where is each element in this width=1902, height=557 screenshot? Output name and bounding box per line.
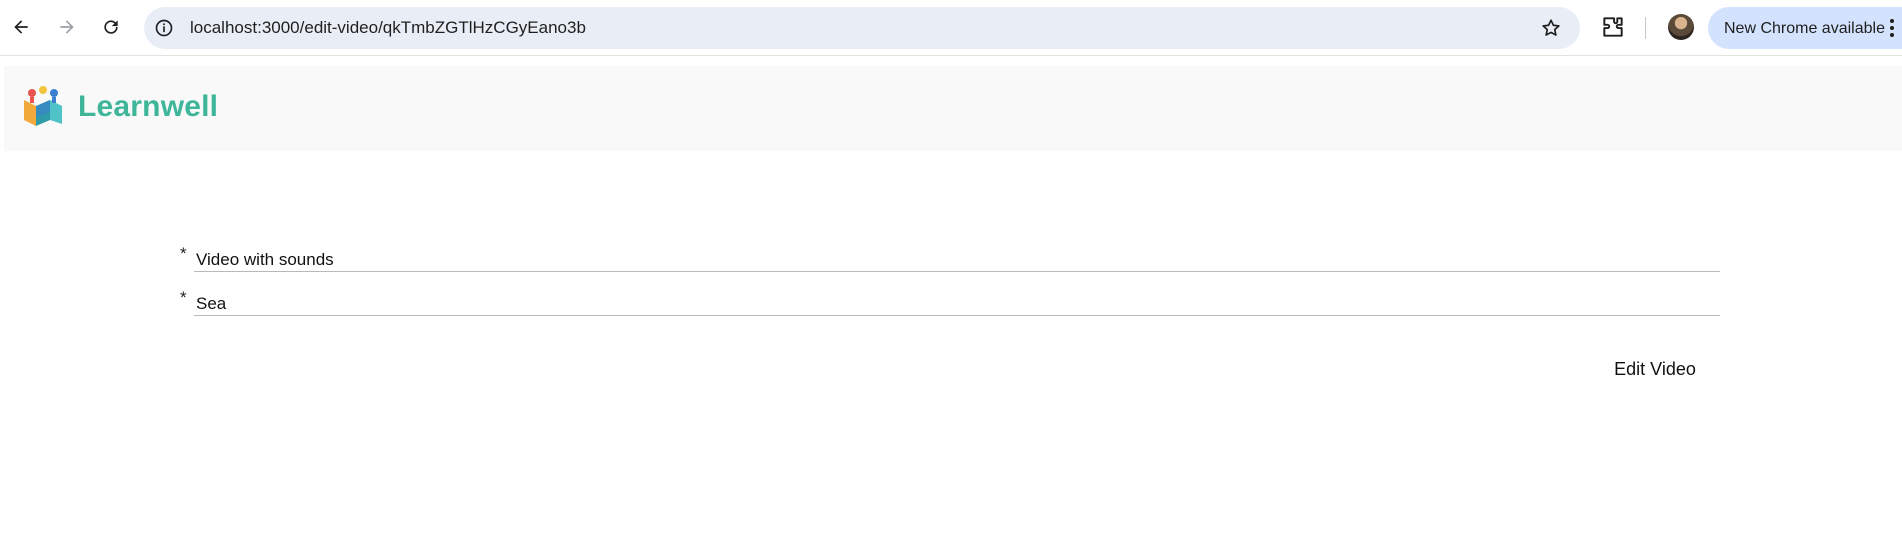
learnwell-logo-icon[interactable] [20,84,66,130]
brand-name[interactable]: Learnwell [78,90,218,124]
title-field: * [180,244,1720,284]
update-label: New Chrome available [1724,20,1885,37]
chrome-update-button[interactable]: New Chrome available [1708,7,1902,49]
edit-video-button[interactable]: Edit Video [1600,352,1710,386]
reload-button[interactable] [96,12,126,42]
back-arrow-icon [14,20,28,34]
app-header: Learnwell [4,66,1902,151]
forward-button[interactable] [52,12,82,42]
forward-arrow-icon [60,20,74,34]
kebab-menu-icon[interactable] [1888,17,1896,39]
toolbar-divider [1645,17,1646,39]
profile-avatar[interactable] [1668,14,1694,40]
required-asterisk: * [180,244,187,263]
bookmark-star-icon[interactable] [1540,17,1562,39]
description-field: * [180,288,1720,328]
video-title-input[interactable] [194,248,1720,272]
url-text[interactable]: localhost:3000/edit-video/qkTmbZGTlHzCGy… [190,18,586,38]
site-info-icon[interactable] [154,18,174,38]
back-button[interactable] [6,12,36,42]
extensions-puzzle-icon[interactable] [1600,14,1626,40]
address-bar[interactable]: localhost:3000/edit-video/qkTmbZGTlHzCGy… [144,7,1580,49]
reload-icon [104,20,118,34]
video-description-input[interactable] [194,292,1720,316]
browser-toolbar: localhost:3000/edit-video/qkTmbZGTlHzCGy… [0,0,1902,56]
required-asterisk: * [180,288,187,307]
